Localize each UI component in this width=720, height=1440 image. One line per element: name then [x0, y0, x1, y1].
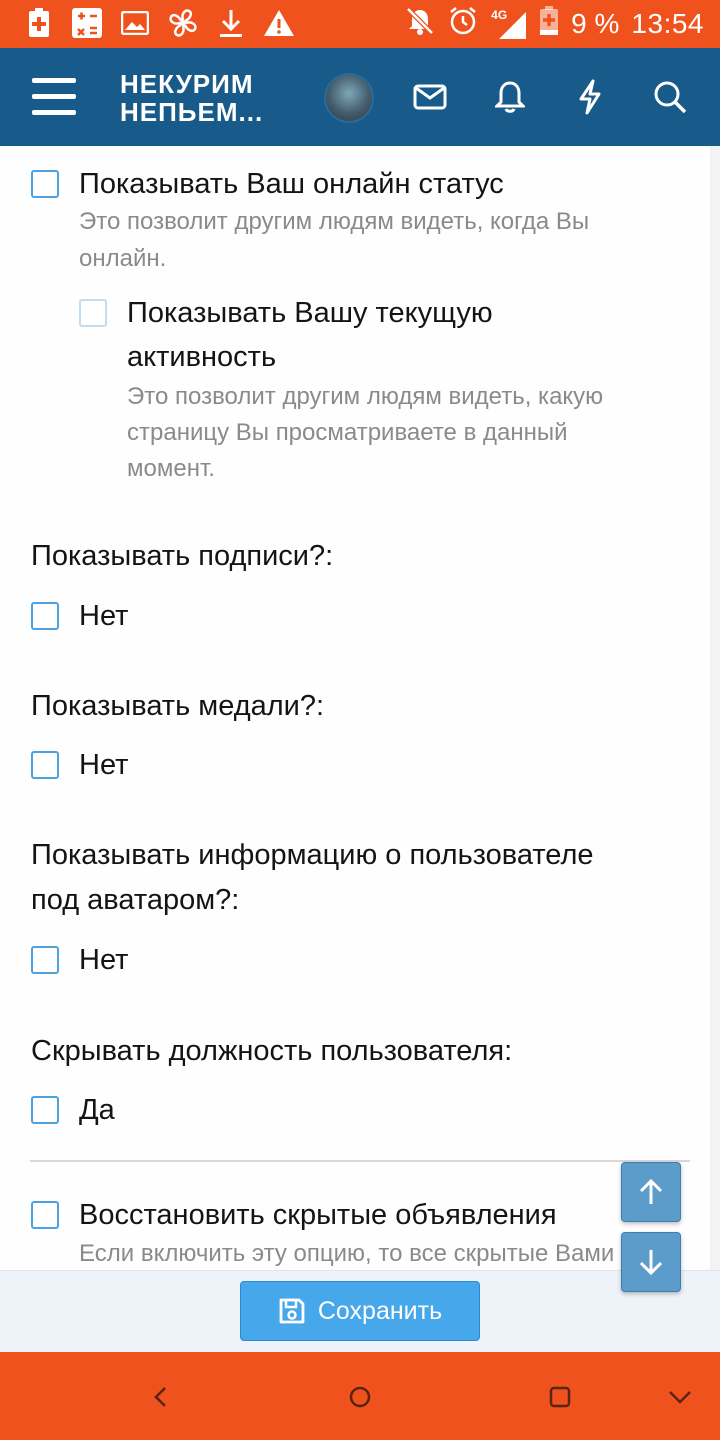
clock: 13:54	[631, 8, 704, 39]
menu-icon[interactable]	[32, 78, 76, 116]
floppy-disk-icon	[279, 1298, 305, 1324]
scroll-down-button[interactable]	[621, 1232, 681, 1292]
hide-title-checkbox[interactable]	[31, 1096, 59, 1124]
chevron-down-icon[interactable]	[665, 1382, 695, 1412]
scroll-up-button[interactable]	[621, 1162, 681, 1222]
signatures-checkbox[interactable]	[31, 602, 59, 630]
activity-label-1[interactable]: Показывать Вашу текущую	[127, 291, 493, 335]
home-icon[interactable]	[345, 1382, 375, 1412]
activity-checkbox[interactable]	[79, 299, 107, 327]
online-status-label[interactable]: Показывать Ваш онлайн статус	[79, 162, 504, 206]
lightning-icon[interactable]	[568, 75, 612, 119]
save-button-label: Сохранить	[317, 1296, 443, 1325]
hide-title-question: Скрывать должность пользователя:	[31, 1035, 513, 1067]
site-logo[interactable]: НЕКУРИМ НЕПЬЕМ...	[120, 70, 263, 126]
logo-line-2: НЕПЬЕМ...	[120, 97, 264, 127]
activity-hint-3: момент.	[127, 455, 215, 482]
app-header: НЕКУРИМ НЕПЬЕМ...	[0, 48, 720, 146]
activity-hint-2: страницу Вы просматриваете в данный	[127, 419, 568, 446]
network-type: 4G	[491, 8, 508, 22]
arrow-up-icon	[639, 1178, 663, 1204]
save-button[interactable]: Сохранить	[240, 1281, 480, 1341]
bell-off-icon	[405, 6, 435, 43]
online-status-checkbox[interactable]	[31, 170, 59, 198]
logo-line-1: НЕКУРИМ	[120, 69, 254, 99]
search-icon[interactable]	[648, 75, 692, 119]
form-footer: Сохранить	[0, 1270, 720, 1353]
recents-icon[interactable]	[545, 1382, 575, 1412]
signatures-label[interactable]: Нет	[79, 594, 128, 638]
notification-icons	[22, 6, 296, 40]
arrow-down-icon	[639, 1250, 663, 1276]
image-icon	[118, 6, 152, 40]
download-icon	[214, 6, 248, 40]
avatar[interactable]	[324, 73, 374, 123]
activity-hint-1: Это позволит другим людям видеть, какую	[127, 383, 604, 410]
fan-icon	[166, 6, 200, 40]
hide-title-label[interactable]: Да	[79, 1088, 115, 1132]
system-nav-bar	[0, 1352, 720, 1440]
user-info-question-1: Показывать информацию о пользователе	[31, 839, 594, 871]
mail-icon[interactable]	[408, 75, 452, 119]
preferences-form: Показывать Ваш онлайн статус Это позволи…	[0, 146, 710, 1270]
warning-icon	[262, 6, 296, 40]
signatures-question: Показывать подписи?:	[31, 540, 334, 572]
user-info-question-2: под аватаром?:	[31, 884, 240, 916]
medals-checkbox[interactable]	[31, 751, 59, 779]
signal-icon: 4G	[491, 8, 527, 40]
activity-label-2[interactable]: активность	[127, 335, 276, 379]
medals-question: Показывать медали?:	[31, 690, 325, 722]
restore-notices-hint: Если включить эту опцию, то все скрытые …	[79, 1240, 615, 1267]
battery-percent: 9 %	[571, 8, 620, 39]
status-bar: 4G 9 % 13:54	[0, 0, 720, 48]
restore-notices-checkbox[interactable]	[31, 1201, 59, 1229]
battery-icon	[539, 5, 559, 43]
online-status-hint-2: онлайн.	[79, 245, 167, 272]
bell-icon[interactable]	[488, 75, 532, 119]
back-icon[interactable]	[145, 1382, 175, 1412]
medals-label[interactable]: Нет	[79, 743, 128, 787]
section-divider	[30, 1160, 690, 1162]
user-info-label[interactable]: Нет	[79, 938, 128, 982]
alarm-icon	[447, 5, 479, 44]
user-info-checkbox[interactable]	[31, 946, 59, 974]
calculator-icon	[70, 6, 104, 40]
restore-notices-label[interactable]: Восстановить скрытые объявления	[79, 1193, 557, 1237]
online-status-hint-1: Это позволит другим людям видеть, когда …	[79, 208, 590, 235]
status-right: 4G 9 % 13:54	[405, 0, 704, 48]
scroll-track	[710, 146, 720, 1352]
battery-plus-icon	[22, 6, 56, 40]
